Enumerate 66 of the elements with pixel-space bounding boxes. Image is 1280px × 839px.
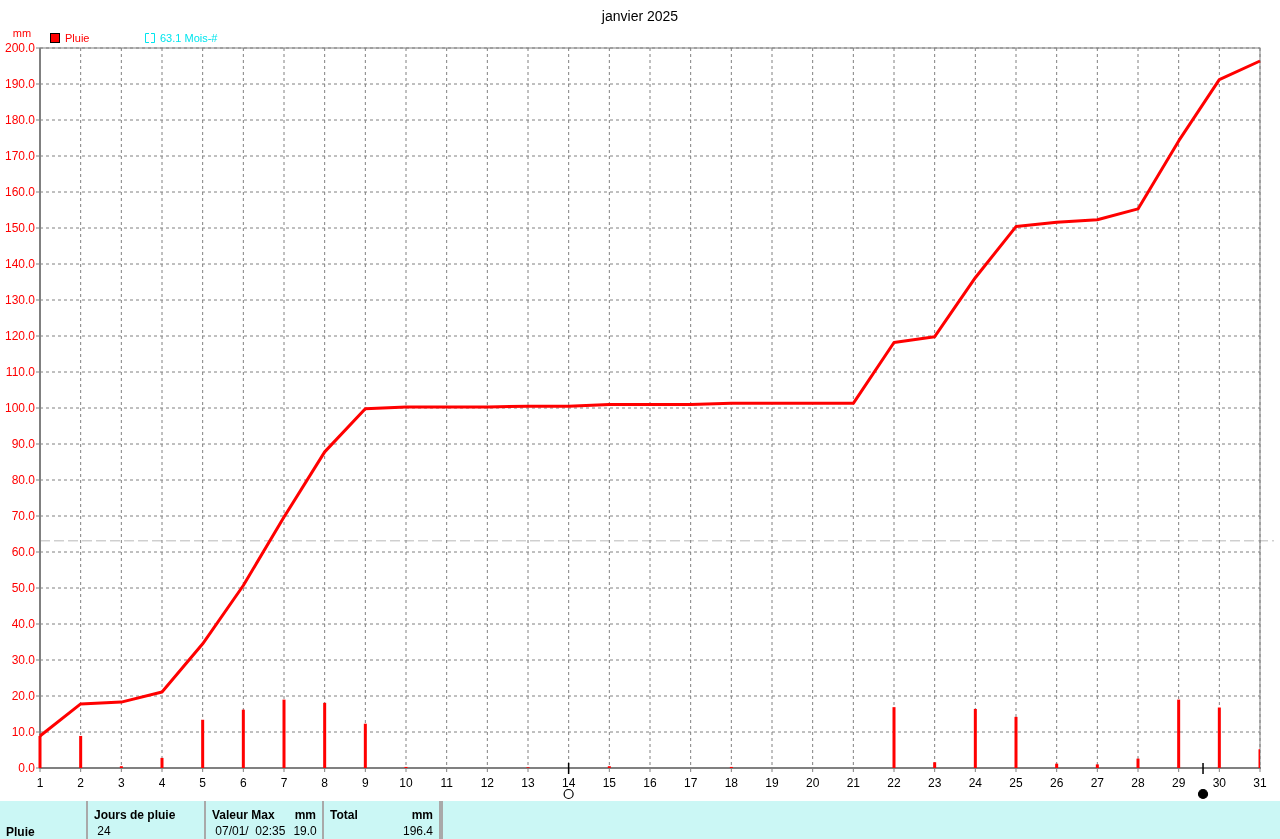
x-tick-label: 21 (846, 776, 860, 790)
cell-value: 24 (96, 824, 111, 839)
cell-value: 196.4 (402, 824, 433, 839)
y-tick-label: 150.0 (4, 221, 35, 235)
x-tick-label: 27 (1090, 776, 1104, 790)
y-tick-label: 60.0 (11, 545, 35, 559)
x-tick-label: 31 (1253, 776, 1267, 790)
y-tick-label: 70.0 (11, 509, 35, 523)
y-tick-label: 0.0 (18, 761, 35, 775)
axis-unit: mm (12, 27, 32, 39)
y-tick-label: 110.0 (5, 365, 35, 379)
cell-value: 07/01/ 02:35 (214, 824, 286, 839)
unit-label: mm (294, 808, 316, 823)
x-tick-label: 1 (36, 776, 44, 790)
x-tick-label: 15 (602, 776, 616, 790)
x-tick-label: 10 (399, 776, 413, 790)
x-tick-label: 25 (1009, 776, 1023, 790)
x-tick-label: 3 (118, 776, 125, 790)
x-tick-label: 5 (199, 776, 206, 790)
chart-title: janvier 2025 (601, 8, 679, 24)
x-tick-label: 2 (77, 776, 84, 790)
legend-label: 63.1 Mois-# (160, 32, 218, 44)
column-heading: Valeur Max (212, 808, 275, 823)
legend-label: Pluie (65, 32, 90, 44)
y-tick-label: 200.0 (4, 41, 35, 55)
x-tick-label: 13 (521, 776, 535, 790)
y-tick-label: 80.0 (11, 473, 35, 487)
x-tick-label: 11 (440, 776, 453, 790)
y-tick-label: 160.0 (4, 185, 35, 199)
unit-label: mm (411, 808, 433, 823)
x-tick-label: 30 (1212, 776, 1226, 790)
x-tick-label: 9 (362, 776, 369, 790)
x-tick-label: 4 (158, 776, 166, 790)
x-tick-label: 16 (643, 776, 657, 790)
x-tick-label: 8 (321, 776, 328, 790)
x-tick-label: 6 (240, 776, 247, 790)
y-tick-label: 100.0 (4, 401, 35, 415)
x-tick-label: 20 (806, 776, 820, 790)
y-tick-label: 40.0 (11, 617, 35, 631)
y-tick-label: 90.0 (11, 437, 35, 451)
x-tick-label: 24 (968, 776, 982, 790)
cell-value: 19.0 (293, 824, 317, 839)
x-tick-label: 12 (480, 776, 494, 790)
y-tick-label: 30.0 (11, 653, 35, 667)
y-tick-label: 190.0 (4, 77, 35, 91)
x-tick-label: 19 (765, 776, 779, 790)
y-tick-label: 10.0 (11, 725, 35, 739)
x-tick-label: 26 (1050, 776, 1064, 790)
y-tick-label: 130.0 (4, 293, 35, 307)
x-tick-label: 22 (887, 776, 901, 790)
row-label: Pluie (6, 825, 36, 839)
x-tick-label: 14 (562, 776, 576, 790)
y-tick-label: 140.0 (4, 257, 35, 271)
y-tick-label: 50.0 (11, 581, 35, 595)
x-tick-label: 17 (684, 776, 698, 790)
column-heading: Jours de pluie (94, 808, 176, 823)
x-tick-label: 23 (928, 776, 942, 790)
x-tick-label: 7 (280, 776, 288, 790)
column-heading: Total (330, 808, 358, 823)
y-tick-label: 180.0 (4, 113, 35, 127)
y-tick-label: 120.0 (4, 329, 35, 343)
y-tick-label: 20.0 (11, 689, 35, 703)
x-tick-label: 29 (1172, 776, 1186, 790)
x-tick-label: 18 (724, 776, 738, 790)
x-tick-label: 28 (1131, 776, 1145, 790)
y-tick-label: 170.0 (4, 149, 35, 163)
